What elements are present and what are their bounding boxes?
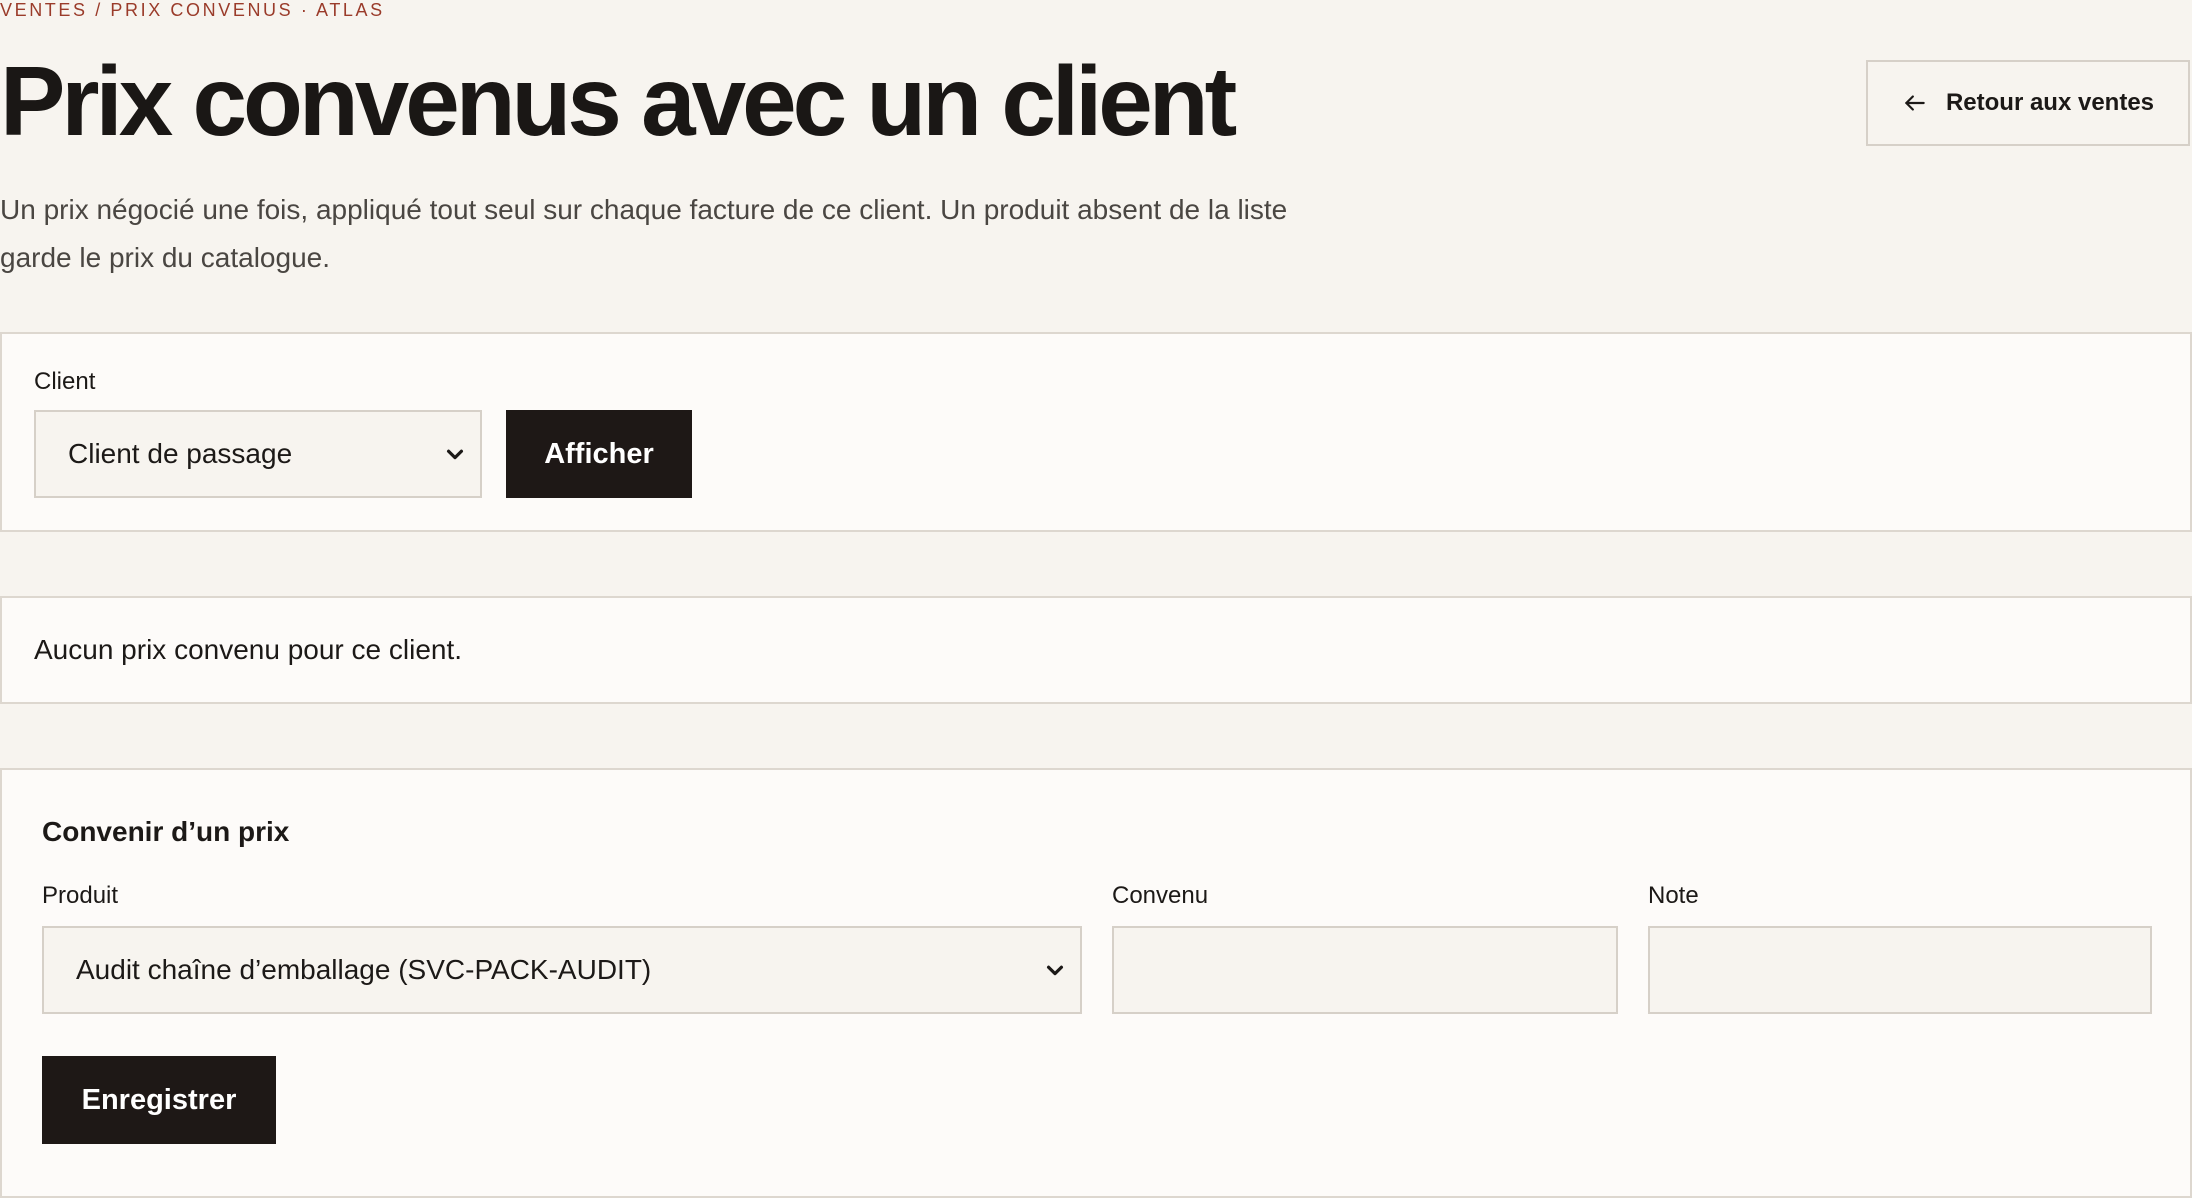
breadcrumb: VENTES / PRIX CONVENUS · ATLAS xyxy=(0,0,385,20)
arrow-left-icon xyxy=(1905,95,1925,111)
chevron-down-icon xyxy=(1046,965,1064,976)
client-filter-card: Client Client de passage Afficher xyxy=(0,332,2192,532)
client-label: Client xyxy=(34,368,96,395)
save-button[interactable]: Enregistrer xyxy=(42,1056,276,1144)
empty-state-message: Aucun prix convenu pour ce client. xyxy=(34,634,463,665)
product-select[interactable]: Audit chaîne d’emballage (SVC-PACK-AUDIT… xyxy=(42,926,1082,1014)
agreement-form-card: Convenir d’un prix Produit Audit chaîne … xyxy=(0,768,2192,1198)
chevron-down-icon xyxy=(446,449,464,460)
note-input[interactable] xyxy=(1648,926,2152,1014)
page-subtitle: Un prix négocié une fois, appliqué tout … xyxy=(0,194,1288,273)
page-title: Prix convenus avec un client xyxy=(0,46,1237,156)
client-select[interactable]: Client de passage xyxy=(34,410,482,498)
back-to-sales-button[interactable]: Retour aux ventes xyxy=(1866,60,2190,146)
note-label: Note xyxy=(1648,882,1699,909)
form-heading: Convenir d’un prix xyxy=(42,816,290,847)
agreed-price-input[interactable] xyxy=(1112,926,1618,1014)
back-button-label: Retour aux ventes xyxy=(1945,89,2155,116)
product-label: Produit xyxy=(42,882,119,909)
agreed-price-label: Convenu xyxy=(1112,882,1209,909)
show-button[interactable]: Afficher xyxy=(506,410,692,498)
client-select-value: Client de passage xyxy=(68,438,293,469)
product-select-value: Audit chaîne d’emballage (SVC-PACK-AUDIT… xyxy=(76,954,652,985)
empty-state-card: Aucun prix convenu pour ce client. xyxy=(0,596,2192,704)
